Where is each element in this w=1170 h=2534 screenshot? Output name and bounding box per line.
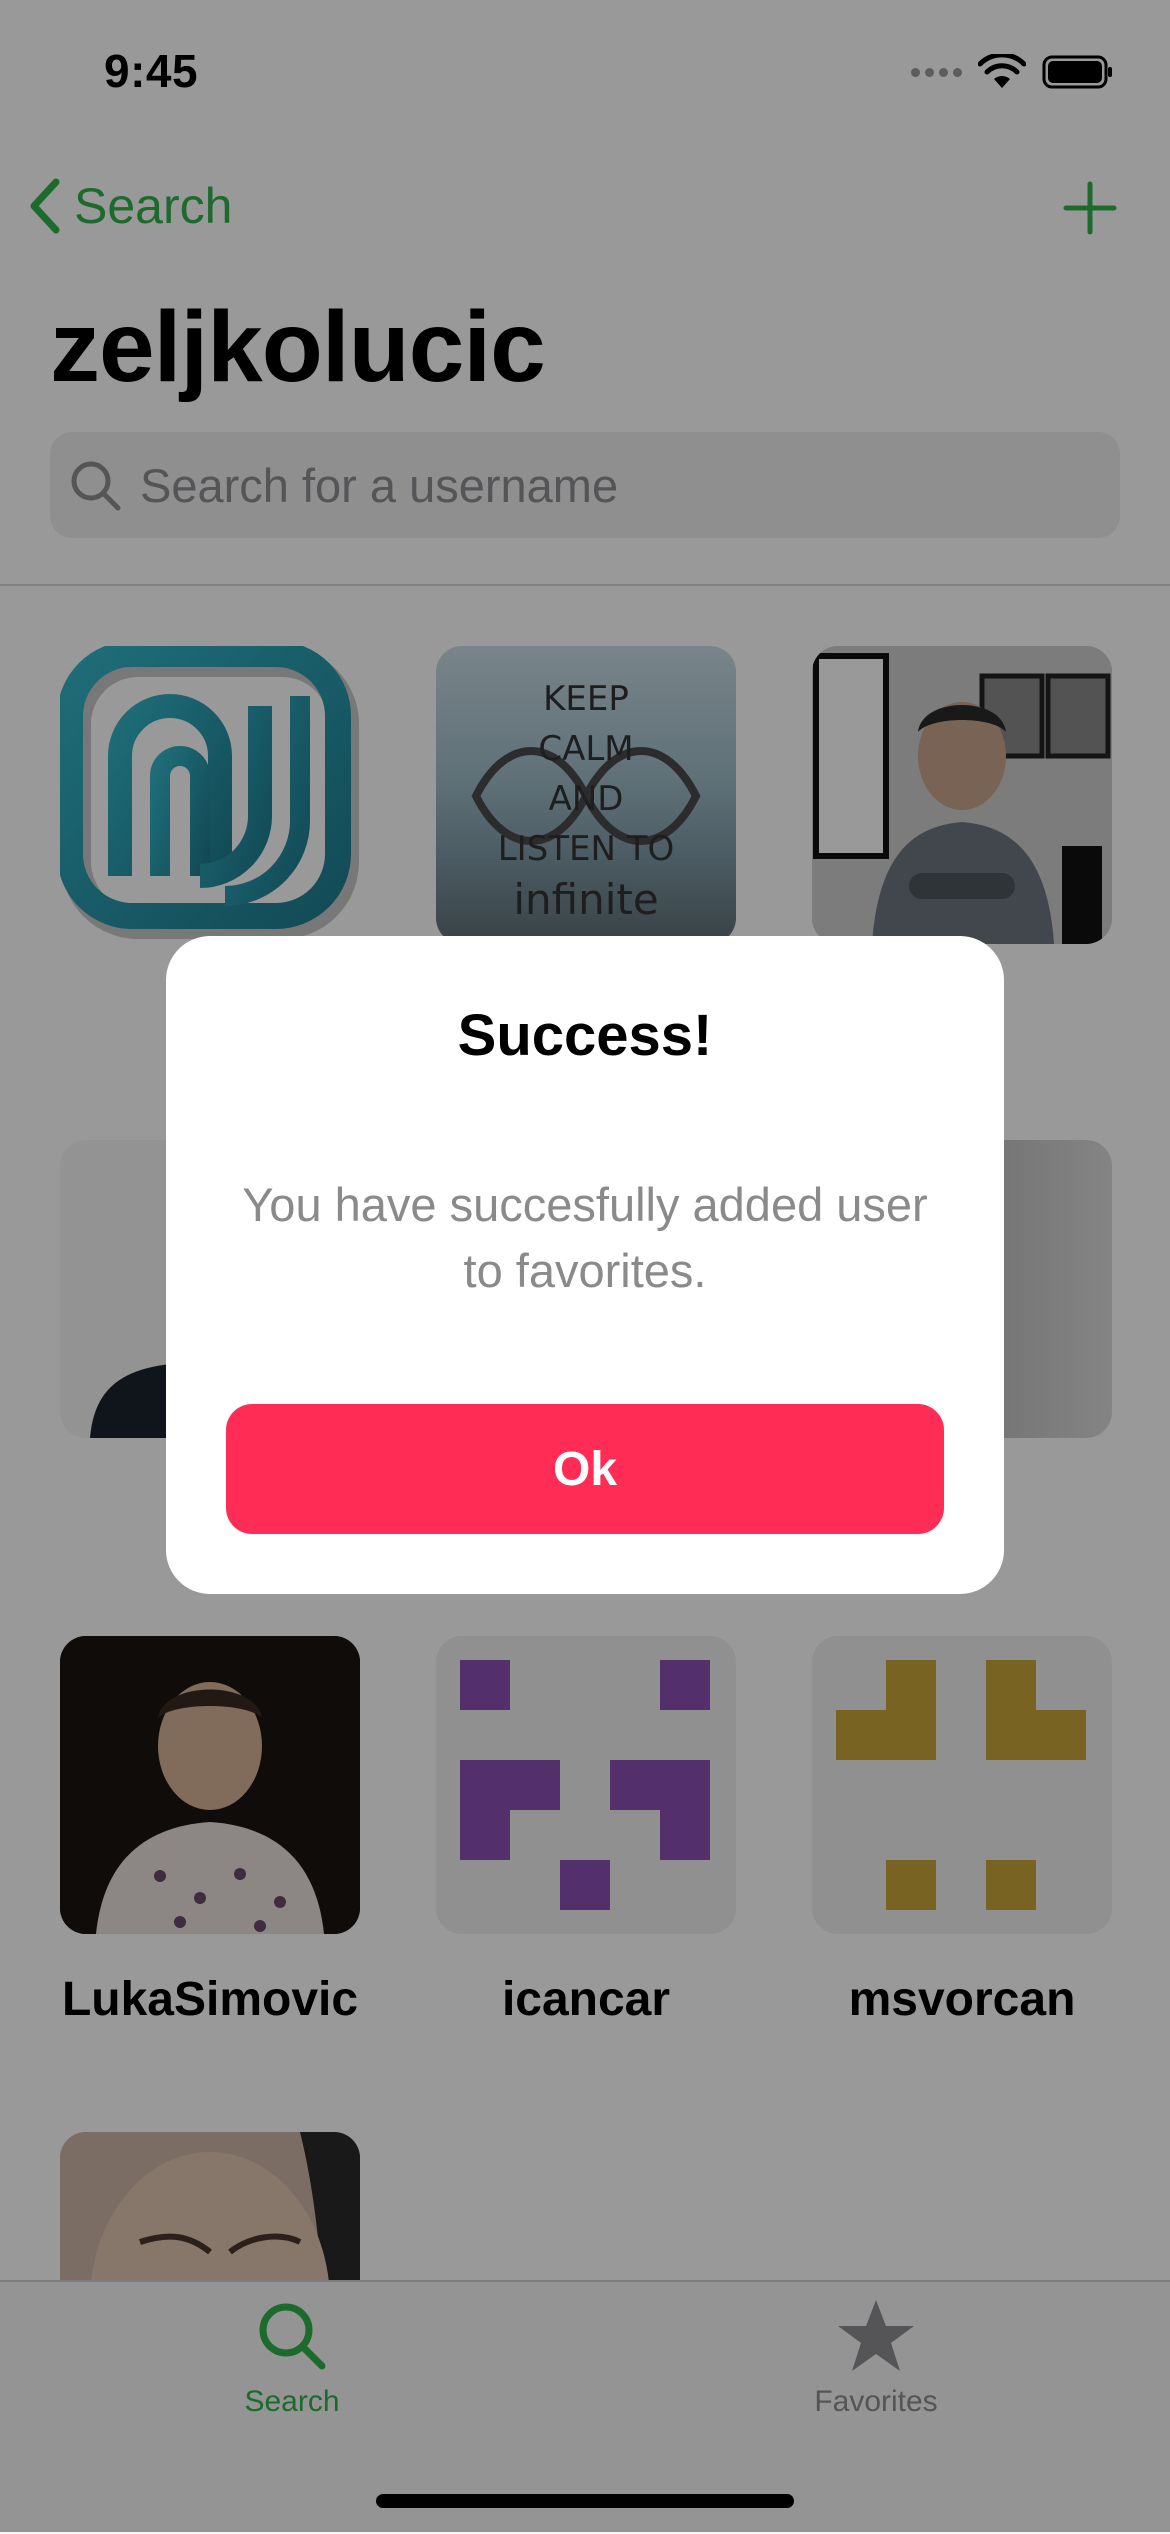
favorites-app-screen: 9:45 Search zeljkolucic Search for a use… [0, 0, 1170, 2534]
alert-title: Success! [457, 1003, 713, 1068]
success-alert: Success! You have succesfully added user… [166, 936, 1004, 1594]
ok-button[interactable]: Ok [226, 1404, 944, 1534]
alert-message: You have succesfully added user to favor… [242, 1178, 928, 1297]
